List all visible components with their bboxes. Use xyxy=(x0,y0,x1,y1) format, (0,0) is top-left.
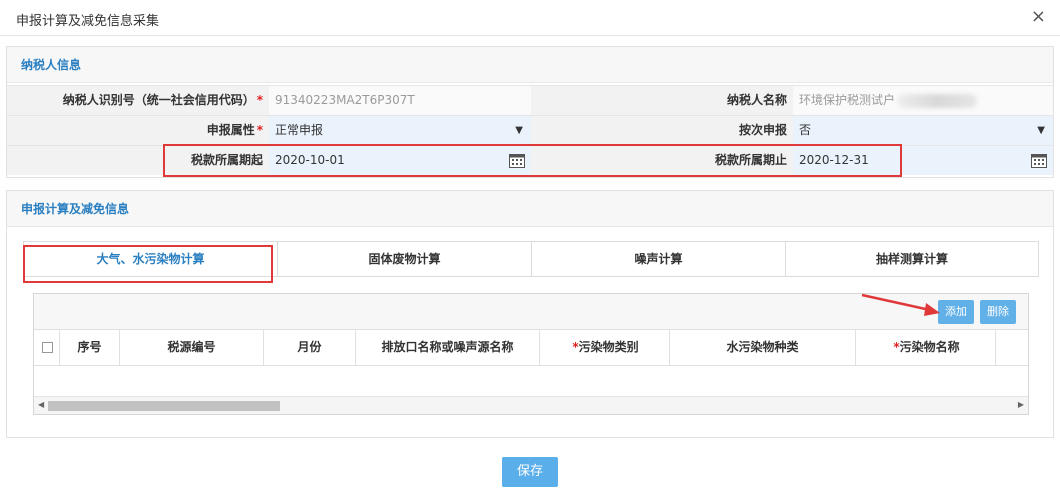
required-mark: * xyxy=(256,123,263,137)
taxpayer-id-label-text: 纳税人识别号（统一社会信用代码） xyxy=(62,93,255,107)
calendar-icon[interactable] xyxy=(1031,153,1047,168)
col-pollutant-category: *污染物类别 xyxy=(540,330,670,365)
col-water-pollutant-type: 水污染物种类 xyxy=(670,330,856,365)
taxpayer-id-label: 纳税人识别号（统一社会信用代码） * xyxy=(7,86,269,115)
select-all-checkbox[interactable] xyxy=(42,342,53,353)
dialog-header: 申报计算及减免信息采集 × xyxy=(0,0,1060,36)
scroll-right-icon[interactable]: ▶ xyxy=(1018,400,1024,409)
taxpayer-id-field: 91340223MA2T6P307T xyxy=(269,86,531,115)
per-declare-select[interactable]: 否 ▼ xyxy=(793,116,1053,145)
form-row-attr: 申报属性 * 正常申报 ▼ 按次申报 否 ▼ xyxy=(7,115,1053,145)
redacted-blur xyxy=(897,93,978,108)
highlight-box xyxy=(163,144,902,177)
tab-noise[interactable]: 噪声计算 xyxy=(532,242,786,276)
col-source-no: 税源编号 xyxy=(120,330,264,365)
annotation-arrow-icon xyxy=(861,293,940,316)
declare-attr-label: 申报属性 * xyxy=(7,116,269,145)
required-mark: * xyxy=(256,93,263,107)
declare-attr-select[interactable]: 正常申报 ▼ xyxy=(269,116,531,145)
declare-attr-value: 正常申报 xyxy=(275,123,324,137)
calc-section-title: 申报计算及减免信息 xyxy=(7,191,1053,227)
scroll-left-icon[interactable]: ◀ xyxy=(38,400,44,409)
taxpayer-section-title: 纳税人信息 xyxy=(7,47,1053,83)
col-outlet-name: 排放口名称或噪声源名称 xyxy=(356,330,540,365)
form-row-taxpayer-id: 纳税人识别号（统一社会信用代码） * 91340223MA2T6P307T 纳税人… xyxy=(7,85,1053,115)
scroll-thumb[interactable] xyxy=(48,401,280,411)
col-seq: 序号 xyxy=(60,330,120,365)
delete-button[interactable]: 删除 xyxy=(980,300,1016,324)
col-pollutant-name-text: 污染物名称 xyxy=(899,340,960,354)
select-all-cell xyxy=(34,330,60,365)
highlight-box xyxy=(23,245,273,283)
table-header: 序号 税源编号 月份 排放口名称或噪声源名称 *污染物类别 水污染物种类 *污染… xyxy=(34,330,1028,366)
dropdown-caret-icon: ▼ xyxy=(515,125,523,136)
col-month: 月份 xyxy=(264,330,356,365)
col-pollutant-name: *污染物名称 xyxy=(856,330,996,365)
taxpayer-name-text: 环境保护税测试户 xyxy=(799,93,896,107)
tab-solid-waste[interactable]: 固体废物计算 xyxy=(278,242,532,276)
horizontal-scrollbar[interactable]: ◀ ▶ xyxy=(34,396,1028,414)
declare-attr-label-text: 申报属性 xyxy=(206,123,255,137)
tab-sampling[interactable]: 抽样测算计算 xyxy=(786,242,1038,276)
close-icon[interactable]: × xyxy=(1031,6,1046,27)
dropdown-caret-icon: ▼ xyxy=(1037,125,1045,136)
taxpayer-name-field: 环境保护税测试户 xyxy=(793,86,1053,115)
per-declare-value: 否 xyxy=(799,123,812,137)
per-declare-label: 按次申报 xyxy=(531,116,793,145)
save-button[interactable]: 保存 xyxy=(502,457,558,487)
taxpayer-name-label: 纳税人名称 xyxy=(531,86,793,115)
dialog-title: 申报计算及减免信息采集 xyxy=(16,14,160,29)
col-pollutant-category-text: 污染物类别 xyxy=(578,340,639,354)
